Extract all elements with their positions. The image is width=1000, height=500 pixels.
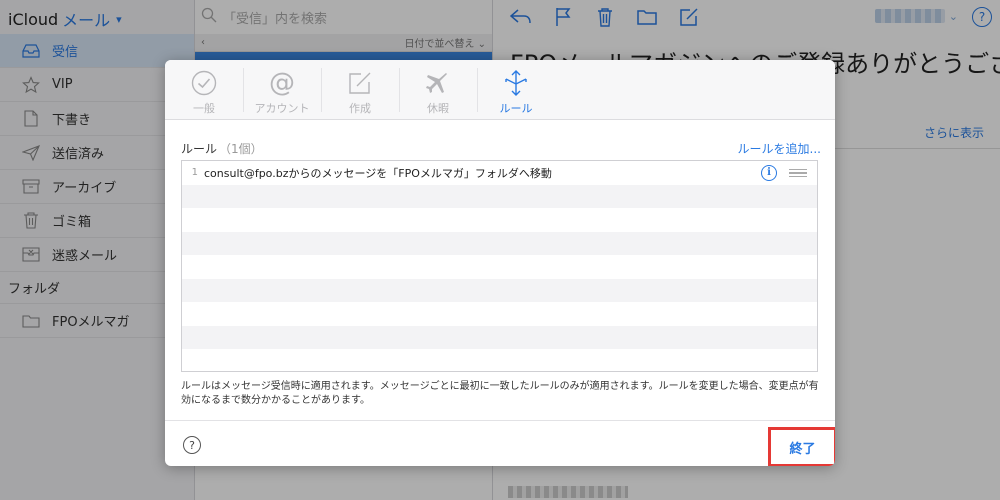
help-button[interactable]: ? bbox=[183, 436, 201, 454]
preferences-tabs: 一般 @ アカウント 作成 休暇 ルール bbox=[165, 60, 835, 120]
empty-row bbox=[182, 184, 817, 208]
rules-list: 1 consult@fpo.bzからのメッセージを「FPOメルマガ」フォルダへ移… bbox=[181, 160, 818, 372]
info-icon[interactable]: i bbox=[761, 164, 777, 181]
dialog-footer: ? 終了 bbox=[165, 420, 835, 466]
rules-count: （1個） bbox=[219, 142, 263, 156]
tab-rules[interactable]: ルール bbox=[477, 60, 555, 119]
tab-label: 一般 bbox=[193, 102, 215, 115]
done-button-highlight: 終了 bbox=[768, 427, 835, 466]
empty-row bbox=[182, 255, 817, 279]
preferences-dialog: 一般 @ アカウント 作成 休暇 ルール ルール （1個） ルールを追加... … bbox=[165, 60, 835, 466]
tab-vacation[interactable]: 休暇 bbox=[399, 60, 477, 119]
checkmark-circle-icon bbox=[191, 70, 217, 96]
empty-row bbox=[182, 278, 817, 302]
rules-title: ルール bbox=[181, 142, 218, 156]
rule-row[interactable]: 1 consult@fpo.bzからのメッセージを「FPOメルマガ」フォルダへ移… bbox=[182, 161, 817, 185]
tab-label: 休暇 bbox=[427, 102, 449, 115]
tab-label: 作成 bbox=[349, 102, 371, 115]
drag-handle-icon[interactable] bbox=[789, 168, 807, 177]
empty-row bbox=[182, 208, 817, 232]
empty-row bbox=[182, 349, 817, 371]
tab-compose[interactable]: 作成 bbox=[321, 60, 399, 119]
done-button[interactable]: 終了 bbox=[789, 438, 815, 457]
rules-title-group: ルール （1個） bbox=[181, 140, 263, 157]
add-rule-link[interactable]: ルールを追加... bbox=[738, 140, 821, 157]
compose-icon bbox=[347, 70, 373, 96]
rule-text: consult@fpo.bzからのメッセージを「FPOメルマガ」フォルダへ移動 bbox=[204, 166, 552, 180]
rules-header: ルール （1個） ルールを追加... bbox=[181, 140, 821, 157]
empty-row bbox=[182, 325, 817, 349]
at-sign-icon: @ bbox=[269, 68, 295, 98]
empty-row bbox=[182, 302, 817, 326]
rules-note: ルールはメッセージ受信時に適用されます。メッセージごとに最初に一致したルールのみ… bbox=[181, 381, 819, 406]
tab-general[interactable]: 一般 bbox=[165, 60, 243, 119]
tab-label: ルール bbox=[499, 102, 533, 115]
move-arrows-icon bbox=[503, 70, 529, 96]
empty-row bbox=[182, 231, 817, 255]
tab-account[interactable]: @ アカウント bbox=[243, 60, 321, 119]
tab-label: アカウント bbox=[254, 102, 310, 115]
rule-number: 1 bbox=[191, 167, 198, 179]
airplane-icon bbox=[425, 70, 451, 96]
